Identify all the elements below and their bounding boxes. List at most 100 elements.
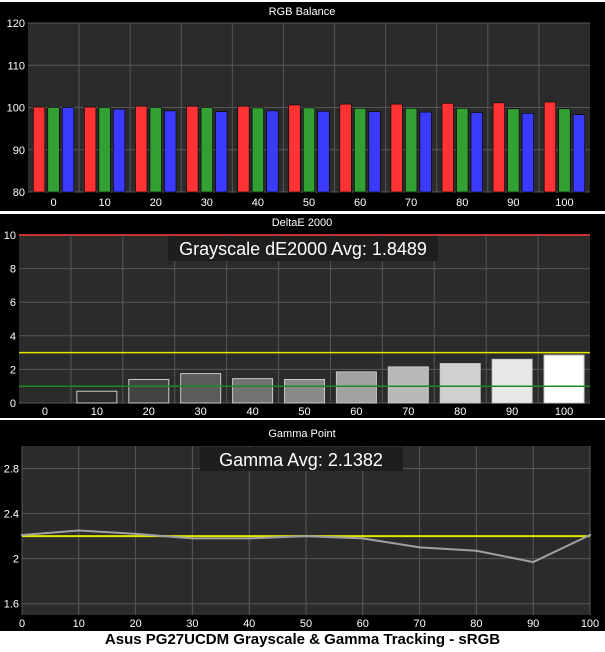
rgb-bar-red [390,103,403,193]
rgb-bar-red [135,105,148,193]
de-x-tick-label: 30 [195,406,207,418]
de-bar [180,373,222,404]
rgb-bar-blue [368,111,381,193]
de-x-tick-label: 0 [42,406,48,418]
rgb-y-tick-label: 100 [7,103,25,115]
rgb-x-tick-label: 100 [555,197,573,209]
de-annotation: Grayscale dE2000 Avg: 1.8489 [179,239,427,259]
rgb-bar-green [354,108,367,193]
chart-1-title: RGB Balance [269,6,336,18]
gamma-point [361,537,364,540]
rgb-x-tick-label: 50 [303,197,315,209]
rgb-x-tick-label: 20 [150,197,162,209]
gamma-x-tick-label: 90 [527,618,539,630]
rgb-bar-blue [521,113,534,193]
rgb-bar-blue [164,110,177,193]
gamma-point [475,549,478,552]
de-y-tick-label: 4 [10,331,16,343]
rgb-bar-green [47,107,60,193]
de-bar [335,371,377,404]
de-bar [284,378,325,404]
gamma-y-tick-label: 2.4 [4,509,19,521]
gamma-point [588,533,592,537]
gamma-point [20,533,24,537]
de-x-tick-label: 70 [402,406,414,418]
gamma-point [418,546,421,549]
gamma-x-tick-label: 20 [129,618,141,630]
rgb-y-tick-label: 80 [13,187,25,199]
rgb-bar-red [288,104,301,193]
de-x-tick-label: 20 [143,406,155,418]
chart-3-title: Gamma Point [268,428,335,440]
rgb-y-tick-label: 110 [7,60,25,72]
gamma-point [304,534,308,538]
rgb-bar-green [456,108,469,193]
gamma-x-tick-label: 80 [470,618,482,630]
gamma-y-tick-label: 2 [13,554,19,566]
rgb-bar-blue [61,107,75,193]
chart-stage: RGB BalanceDeltaE 2000Gamma Point8090100… [0,2,605,631]
rgb-bar-red [32,106,46,193]
gamma-x-tick-label: 40 [243,618,255,630]
rgb-bar-red [543,101,557,193]
de-bar [491,358,533,404]
gamma-x-tick-label: 100 [581,618,599,630]
de-y-tick-label: 8 [10,264,16,276]
de-bar [76,390,118,404]
gamma-point [532,560,535,564]
rgb-bar-green [200,107,213,193]
de-y-tick-label: 0 [10,398,16,410]
rgb-y-tick-label: 120 [7,18,25,30]
rgb-x-tick-label: 0 [50,197,56,209]
rgb-bar-red [237,105,250,193]
rgb-x-tick-label: 90 [507,197,519,209]
rgb-x-tick-label: 30 [201,197,213,209]
de-x-tick-label: 80 [454,406,466,418]
rgb-bar-green [98,107,111,193]
rgb-y-tick-label: 90 [13,145,25,157]
de-bar [128,378,170,404]
rgb-x-tick-label: 40 [252,197,264,209]
rgb-bar-green [251,107,264,193]
rgb-bar-green [507,108,520,193]
gamma-x-tick-label: 10 [73,618,85,630]
gamma-y-tick-label: 2.8 [4,464,19,476]
caption: Asus PG27UCDM Grayscale & Gamma Tracking… [104,631,501,648]
gamma-x-tick-label: 0 [19,618,25,630]
de-x-tick-label: 40 [246,406,258,418]
rgb-bar-green [558,108,571,193]
gamma-annotation: Gamma Avg: 2.1382 [219,450,383,470]
gamma-x-tick-label: 70 [413,618,425,630]
gamma-point [191,537,194,540]
de-x-tick-label: 10 [91,406,103,418]
rgb-bar-blue [572,114,586,193]
gamma-x-tick-label: 60 [357,618,369,630]
chart-2-title: DeltaE 2000 [272,217,333,229]
rgb-bar-red [441,102,454,193]
rgb-bar-blue [113,108,126,193]
gamma-y-tick-label: 1.6 [4,599,19,611]
gamma-point [134,532,137,536]
rgb-bar-red [492,102,505,193]
rgb-bar-blue [215,111,228,193]
gamma-x-tick-label: 50 [300,618,312,630]
rgb-bar-blue [317,111,330,193]
de-y-tick-label: 10 [4,230,16,242]
de-y-tick-label: 6 [10,297,16,309]
gamma-point [248,537,251,540]
rgb-x-tick-label: 10 [99,197,111,209]
rgb-bar-red [84,106,97,193]
de-x-tick-label: 90 [506,406,518,418]
rgb-bar-blue [470,112,483,193]
rgb-bar-red [339,103,352,193]
de-bar [439,363,481,404]
de-x-tick-label: 60 [350,406,362,418]
de-bar [232,378,274,404]
de-bar [543,354,585,404]
de-y-tick-label: 2 [10,364,16,376]
rgb-bar-green [405,108,418,193]
rgb-bar-green [302,107,316,193]
gamma-x-tick-label: 30 [186,618,198,630]
rgb-bar-blue [419,111,432,193]
rgb-bar-green [149,107,162,193]
